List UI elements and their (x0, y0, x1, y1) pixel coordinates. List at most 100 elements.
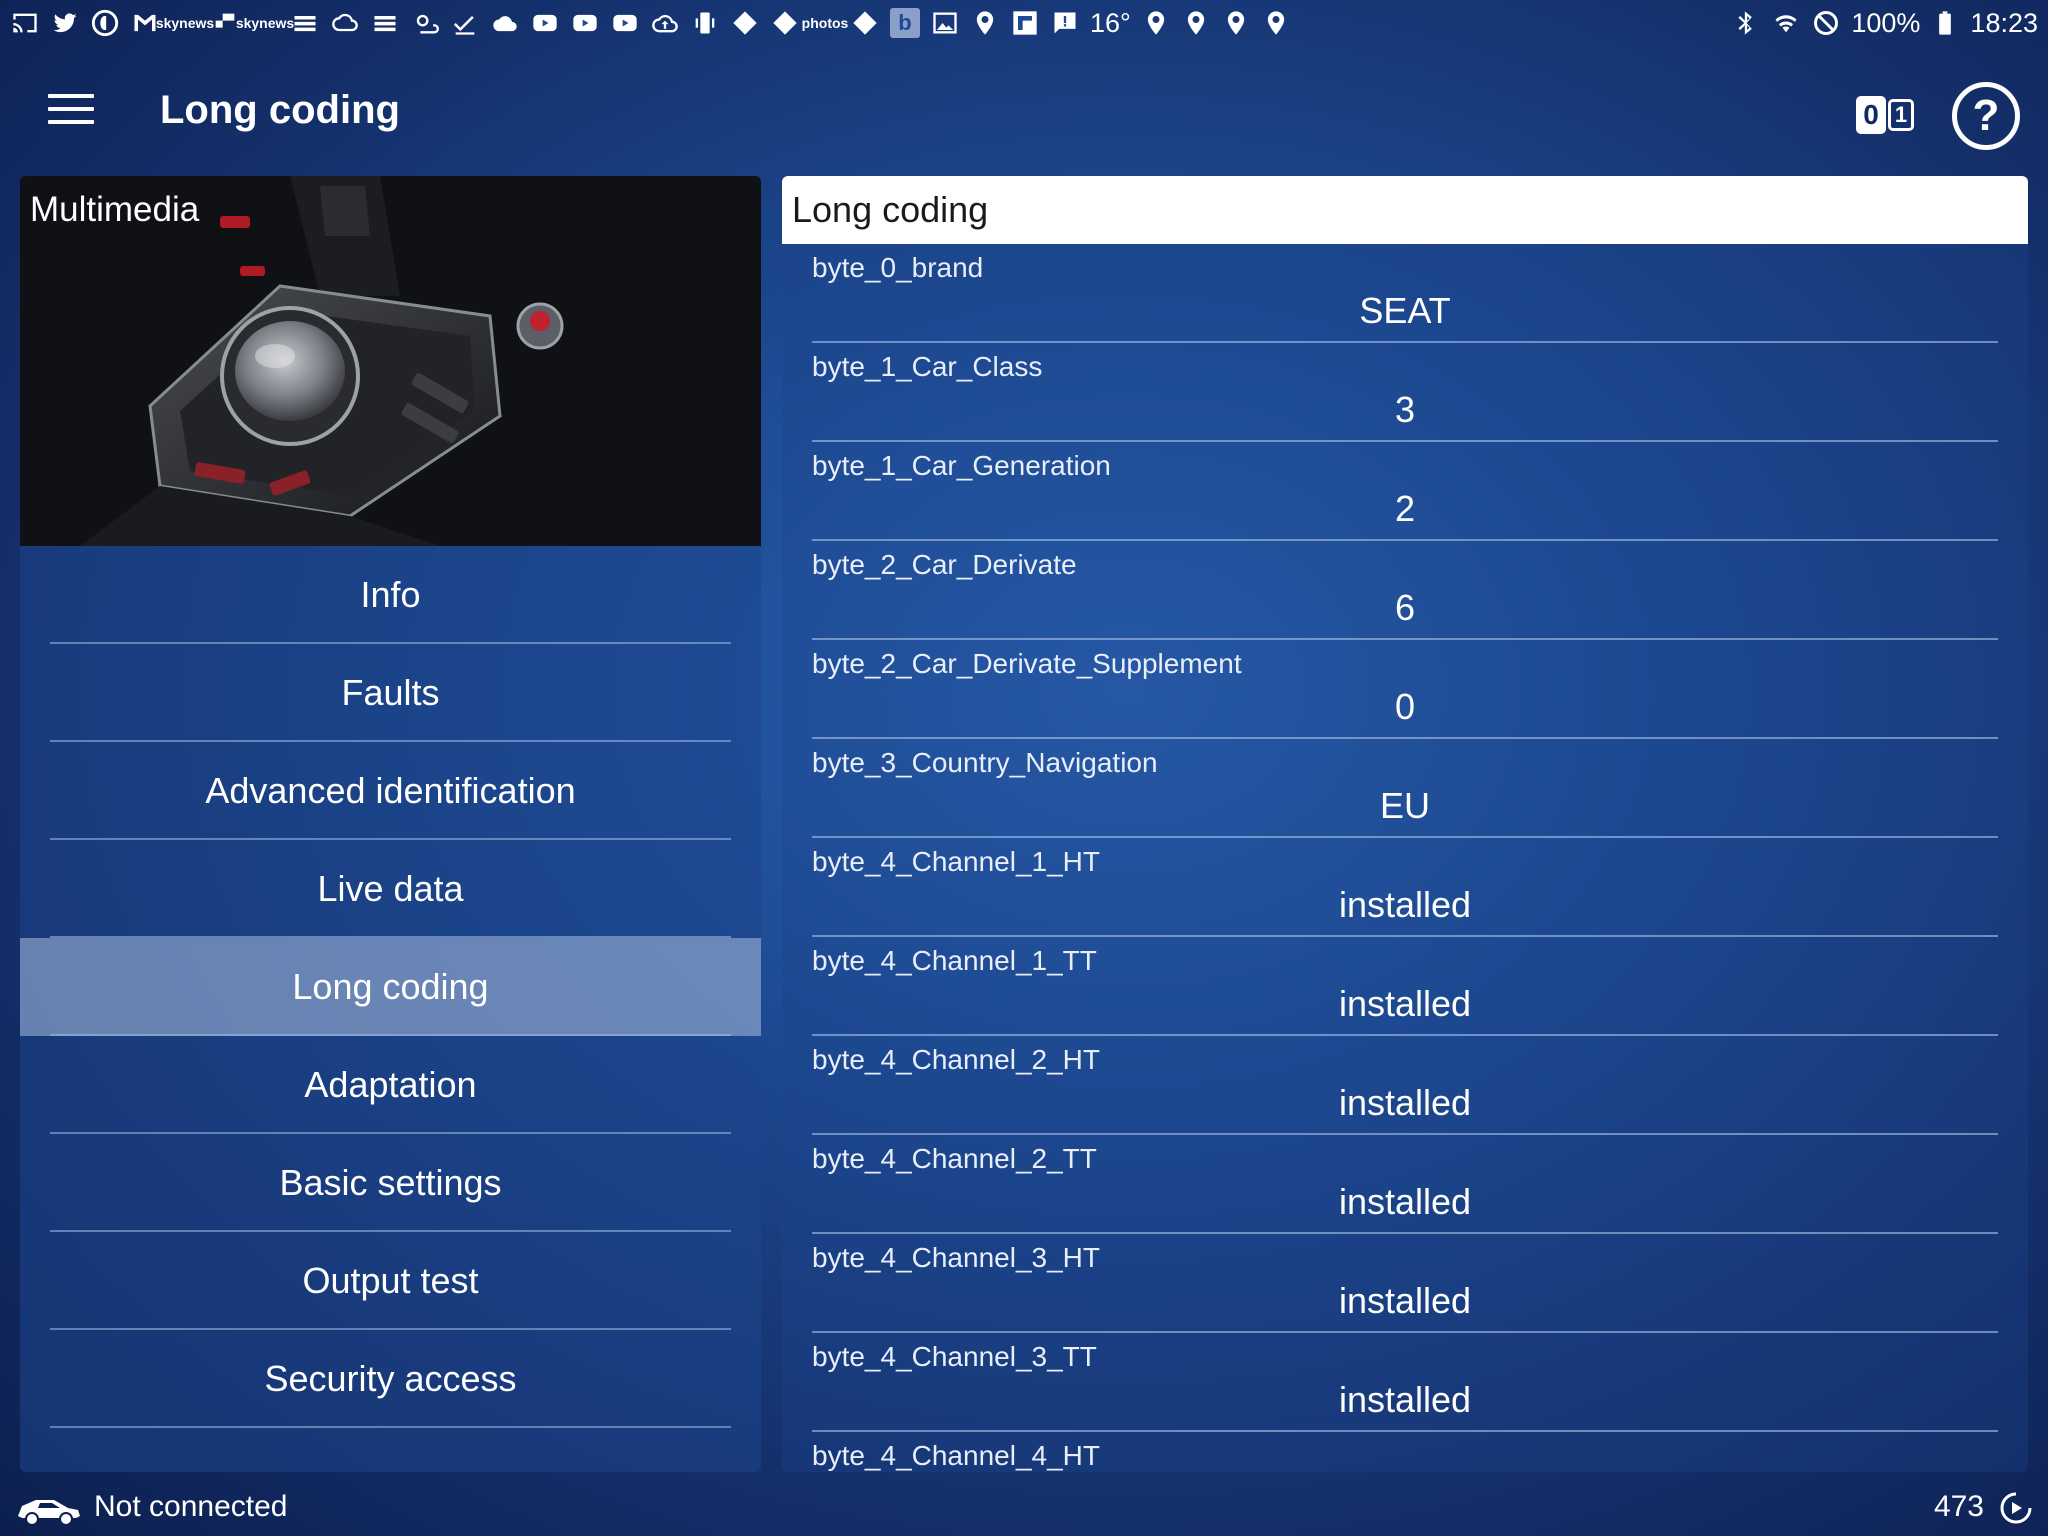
hamburger-menu-icon (48, 94, 94, 98)
location-pin-icon-5 (1261, 8, 1291, 38)
coding-row[interactable]: byte_4_Channel_3_HT installed (812, 1234, 1998, 1333)
layers-icon (290, 8, 320, 38)
bottom-bar: Not connected 473 (0, 1480, 2048, 1536)
coding-label: byte_4_Channel_3_HT (812, 1242, 1100, 1273)
nav-item-info[interactable]: Info (20, 546, 761, 644)
coding-label: byte_4_Channel_1_TT (812, 945, 1097, 976)
app-bar: Long coding 0 1 ? (0, 60, 2048, 170)
binary-view-toggle[interactable]: 0 1 (1856, 94, 1920, 136)
coding-row[interactable]: byte_4_Channel_4_HT installed (812, 1432, 1998, 1472)
menu-button[interactable] (48, 94, 94, 134)
coding-label: byte_4_Channel_4_HT (812, 1440, 1100, 1471)
coding-row[interactable]: byte_4_Channel_1_HT installed (812, 838, 1998, 937)
wifi-icon (1771, 8, 1801, 38)
hamburger-line (48, 107, 94, 111)
youtube-icon (530, 8, 560, 38)
coding-list[interactable]: byte_0_brand SEAT byte_1_Car_Class 3 byt… (782, 244, 2028, 1472)
system-icons: 100% 18:23 (1731, 8, 2038, 39)
panel-header: Long coding (782, 176, 2028, 244)
coding-value: installed (1338, 1280, 1472, 1321)
multimedia-controller-image (20, 176, 761, 546)
page-title: Long coding (160, 88, 400, 132)
image-icon (930, 8, 960, 38)
coding-row[interactable]: byte_4_Channel_1_TT installed (812, 937, 1998, 1036)
b-app-icon: b (890, 8, 920, 38)
nav-item-basic-settings[interactable]: Basic settings (20, 1134, 761, 1232)
cloud-lock-icon (330, 8, 360, 38)
sync-icon[interactable] (1998, 1490, 2034, 1526)
coding-value: installed (1338, 1082, 1472, 1123)
coding-row[interactable]: byte_3_Country_Navigation EU (812, 739, 1998, 838)
temperature-text: 16° (1090, 7, 1131, 38)
clock-text: 18:23 (1970, 7, 2038, 38)
coding-label: byte_1_Car_Class (812, 351, 1043, 382)
coding-value: 6 (1394, 587, 1416, 628)
coding-row[interactable]: byte_4_Channel_2_TT installed (812, 1135, 1998, 1234)
help-icon: ? (1972, 91, 2000, 140)
bluetooth-icon (1731, 8, 1761, 38)
guardian-icon (90, 8, 120, 38)
module-panel: Multimedia Info Faults Advanced identifi… (20, 176, 761, 1472)
flipboard-icon-2 (1010, 8, 1040, 38)
youtube-icon-2 (570, 8, 600, 38)
nav-item-output-test[interactable]: Output test (20, 1232, 761, 1330)
cast-icon (10, 8, 40, 38)
nav-item-faults[interactable]: Faults (20, 644, 761, 742)
nav-item-security-access[interactable]: Security access (20, 1330, 761, 1428)
cloud-upload-icon (650, 8, 680, 38)
location-pin-icon-4 (1221, 8, 1251, 38)
coding-value: SEAT (1359, 290, 1451, 331)
coding-label: byte_1_Car_Generation (812, 450, 1111, 481)
binary-one-icon: 1 (1888, 99, 1914, 131)
vibrate-icon (690, 8, 720, 38)
coding-label: byte_4_Channel_3_TT (812, 1341, 1097, 1372)
coding-label: byte_3_Country_Navigation (812, 747, 1158, 778)
coding-value: installed (1338, 1379, 1472, 1420)
coding-label: byte_2_Car_Derivate_Supplement (812, 648, 1242, 679)
coding-label: byte_0_brand (812, 252, 984, 283)
location-pin-icon-2 (1141, 8, 1171, 38)
cloud-icon (490, 8, 520, 38)
coding-value: installed (1338, 983, 1472, 1024)
location-pin-icon (970, 8, 1000, 38)
coding-row[interactable]: byte_4_Channel_2_HT installed (812, 1036, 1998, 1135)
coding-row[interactable]: byte_2_Car_Derivate 6 (812, 541, 1998, 640)
coding-value: 0 (1394, 686, 1416, 727)
coding-label: byte_2_Car_Derivate (812, 549, 1077, 580)
coding-label: byte_4_Channel_1_HT (812, 846, 1100, 877)
layers-icon-2 (370, 8, 400, 38)
nav-item-long-coding[interactable]: Long coding (20, 938, 761, 1036)
do-not-disturb-icon (1811, 8, 1841, 38)
coding-value: installed (1338, 1181, 1472, 1222)
nav-item-live-data[interactable]: Live data (20, 840, 761, 938)
car-connection-icon (18, 1500, 80, 1526)
nav-item-advanced-identification[interactable]: Advanced identification (20, 742, 761, 840)
coding-row[interactable]: byte_2_Car_Derivate_Supplement 0 (812, 640, 1998, 739)
coding-value: installed (1338, 884, 1472, 925)
coding-label: byte_4_Channel_2_TT (812, 1143, 1097, 1174)
coding-row[interactable]: byte_1_Car_Class 3 (812, 343, 1998, 442)
coding-label: byte_4_Channel_2_HT (812, 1044, 1100, 1075)
battery-percent-text: 100% (1851, 7, 1921, 38)
coding-value: 3 (1394, 389, 1416, 430)
coding-row[interactable]: byte_4_Channel_3_TT installed (812, 1333, 1998, 1432)
coding-row[interactable]: byte_1_Car_Generation 2 (812, 442, 1998, 541)
coding-value: 2 (1394, 488, 1416, 529)
notification-icons: sky news sky news photos b 16° (10, 8, 1291, 39)
module-title: Multimedia (30, 190, 200, 229)
sky-news-icon-2: sky news (235, 14, 295, 31)
coding-row[interactable]: byte_0_brand SEAT (812, 244, 1998, 343)
battery-icon (1930, 8, 1960, 38)
telegraph-icon-3 (850, 8, 880, 38)
function-menu: Info Faults Advanced identification Live… (20, 546, 761, 1428)
help-button[interactable]: ? (1952, 82, 2020, 150)
nav-item-adaptation[interactable]: Adaptation (20, 1036, 761, 1134)
youtube-icon-3 (610, 8, 640, 38)
status-bar: sky news sky news photos b 16° 100% 18:2… (0, 0, 2048, 46)
location-pin-icon-3 (1181, 8, 1211, 38)
twitter-icon (50, 8, 80, 38)
binary-zero-icon: 0 (1856, 96, 1886, 134)
telegraph-icon-2 (770, 8, 800, 38)
sky-news-icon: sky news (155, 14, 215, 31)
connection-status: Not connected (94, 1490, 288, 1523)
